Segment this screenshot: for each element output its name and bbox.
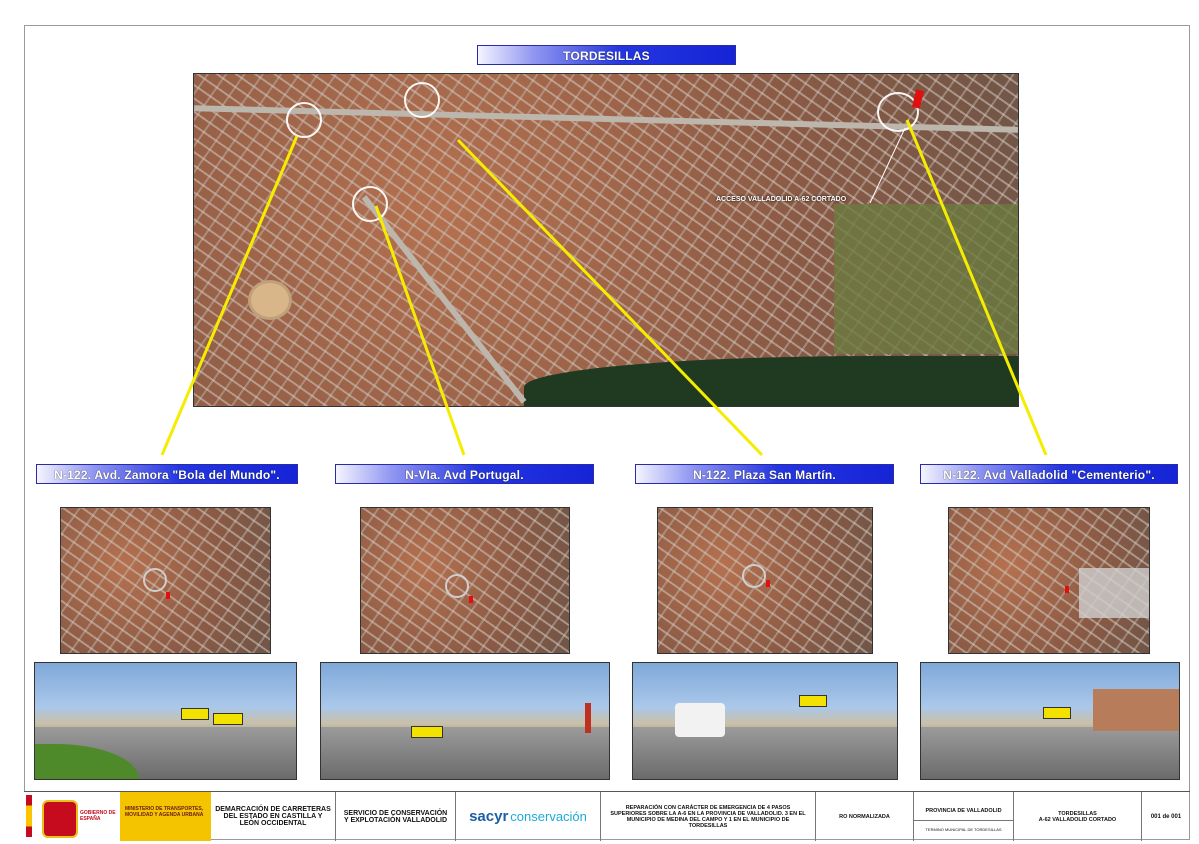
leader-line-2 (374, 205, 466, 456)
detour-sign (213, 713, 243, 725)
servicio-cell: SERVICIO DE CONSERVACIÓN Y EXPLOTACIÓN V… (336, 792, 456, 841)
detour-sign (181, 708, 209, 720)
building (1093, 689, 1179, 731)
closure-marker (469, 596, 473, 603)
street-photo-4 (920, 662, 1180, 780)
detail-aerial-3 (657, 507, 873, 654)
street-photo-3 (632, 662, 898, 780)
location-title-4: N-122. Avd Valladolid "Cementerio". (943, 468, 1155, 482)
province-text: PROVINCIA DE VALLADOLID (914, 802, 1013, 821)
detour-sign (799, 695, 827, 707)
demarcacion-text: DEMARCACIÓN DE CARRETERAS DEL ESTADO EN … (215, 806, 331, 827)
demarcacion-cell: DEMARCACIÓN DE CARRETERAS DEL ESTADO EN … (211, 792, 336, 841)
conservacion-logo: conservación (510, 809, 587, 824)
location-banner-4: N-122. Avd Valladolid "Cementerio". (920, 464, 1178, 484)
annotation-pointer (869, 127, 906, 204)
detail-aerial-4 (948, 507, 1150, 654)
roundabout (445, 574, 469, 598)
flag-stripe (26, 795, 32, 837)
description-text: REPARACIÓN CON CARÁCTER DE EMERGENCIA DE… (610, 804, 806, 829)
location-banner-1: N-122. Avd. Zamora "Bola del Mundo". (36, 464, 298, 484)
gov-label: GOBIERNO DE ESPAÑA (80, 810, 116, 822)
street-photo-2 (320, 662, 610, 780)
government-cell: GOBIERNO DE ESPAÑA MINISTERIO DE TRANSPO… (24, 792, 211, 841)
municipality-text: TERMINO MUNICIPAL DE TORDESILLAS (925, 826, 1002, 832)
closure-marker (166, 592, 170, 599)
location-title-1: N-122. Avd. Zamora "Bola del Mundo". (54, 468, 280, 482)
leader-line-3 (456, 138, 764, 457)
servicio-text: SERVICIO DE CONSERVACIÓN Y EXPLOTACIÓN V… (343, 809, 448, 824)
coat-of-arms-icon (42, 800, 78, 838)
plan-number-cell: 001 de 001 (1142, 792, 1190, 841)
street-photo-1 (34, 662, 297, 780)
cemetery (1079, 568, 1149, 618)
closure-marker (766, 580, 770, 587)
detour-sign (1043, 707, 1071, 719)
scale-text: RO NORMALIZADA (839, 813, 890, 820)
ministry-label: MINISTERIO DE TRANSPORTES, MOVILIDAD Y A… (125, 806, 204, 818)
detail-aerial-2 (360, 507, 570, 654)
roundabout (742, 564, 766, 588)
road-surface (921, 726, 1179, 779)
location-banner-2: N-VIa. Avd Portugal. (335, 464, 594, 484)
scale-cell: RO NORMALIZADA (816, 792, 914, 841)
contractor-logo-cell: sacyr conservación (456, 792, 601, 841)
plan-number: 001 de 001 (1150, 813, 1182, 820)
description-cell: REPARACIÓN CON CARÁCTER DE EMERGENCIA DE… (601, 792, 816, 841)
location-title-2: N-VIa. Avd Portugal. (405, 468, 524, 482)
road-surface (633, 726, 897, 779)
road-surface (321, 726, 609, 779)
plan-title-cell: TORDESILLAS A-62 VALLADOLID CORTADO (1014, 792, 1142, 841)
leader-line-1 (160, 135, 299, 456)
ministry-band: MINISTERIO DE TRANSPORTES, MOVILIDAD Y A… (120, 792, 211, 841)
leader-line-4 (905, 119, 1048, 456)
white-van (675, 703, 725, 737)
location-title-3: N-122. Plaza San Martín. (693, 468, 836, 482)
plan-subtitle: A-62 VALLADOLID CORTADO (1038, 816, 1117, 823)
roundabout (143, 568, 167, 592)
location-banner-3: N-122. Plaza San Martín. (635, 464, 894, 484)
title-block: GOBIERNO DE ESPAÑA MINISTERIO DE TRANSPO… (24, 791, 1190, 841)
detail-aerial-1 (60, 507, 271, 654)
province-cell: PROVINCIA DE VALLADOLID TERMINO MUNICIPA… (914, 792, 1014, 841)
closure-marker (1065, 586, 1069, 593)
shop-sign (585, 703, 591, 733)
sacyr-logo: sacyr (469, 808, 509, 825)
detour-sign (411, 726, 443, 738)
